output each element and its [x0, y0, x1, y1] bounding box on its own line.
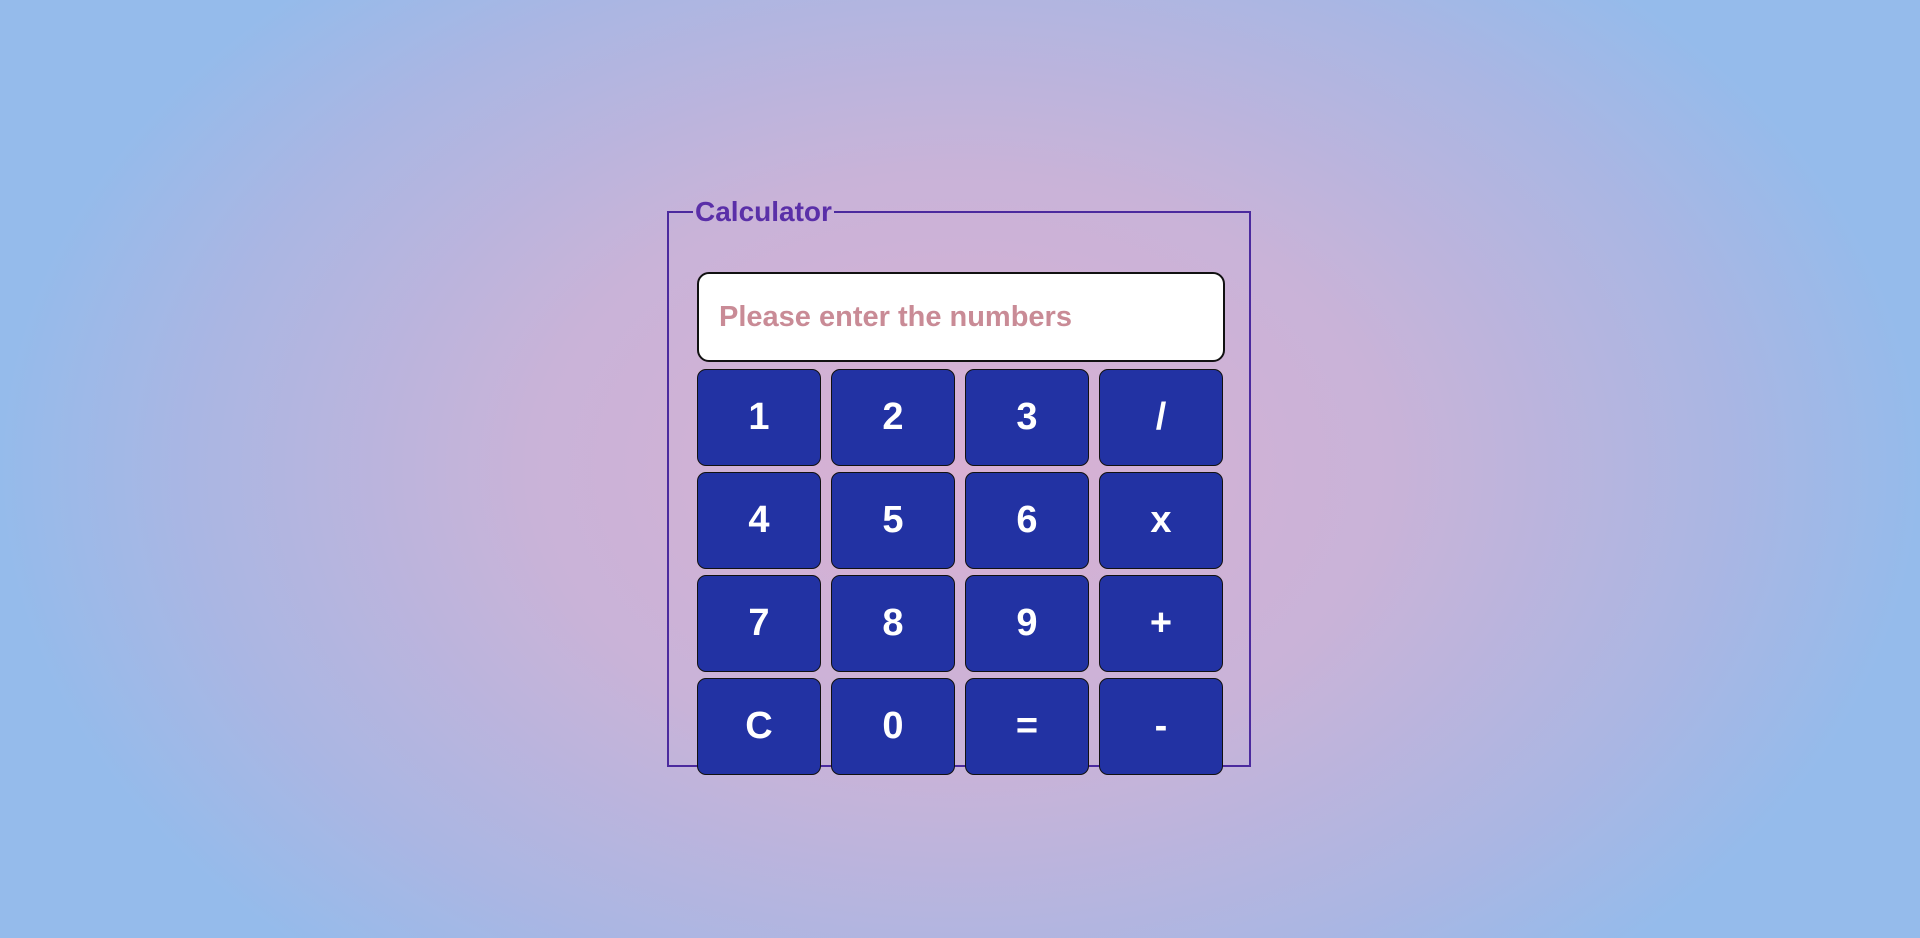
key-7-button[interactable]: 7 [697, 575, 821, 672]
key-1-button[interactable]: 1 [697, 369, 821, 466]
subtract-button[interactable]: - [1099, 678, 1223, 775]
calculator-title: Calculator [695, 196, 832, 227]
key-0-button[interactable]: 0 [831, 678, 955, 775]
key-5-button[interactable]: 5 [831, 472, 955, 569]
key-8-button[interactable]: 8 [831, 575, 955, 672]
multiply-button[interactable]: x [1099, 472, 1223, 569]
keypad: 1 2 3 / 4 5 6 x 7 8 9 + C 0 = - [697, 369, 1223, 775]
add-button[interactable]: + [1099, 575, 1223, 672]
number-input[interactable] [697, 272, 1225, 362]
divide-button[interactable]: / [1099, 369, 1223, 466]
key-4-button[interactable]: 4 [697, 472, 821, 569]
key-2-button[interactable]: 2 [831, 369, 955, 466]
clear-button[interactable]: C [697, 678, 821, 775]
key-6-button[interactable]: 6 [965, 472, 1089, 569]
equals-button[interactable]: = [965, 678, 1089, 775]
calculator-panel: Calculator 1 2 3 / 4 5 6 x 7 8 9 + C 0 =… [667, 196, 1251, 775]
key-3-button[interactable]: 3 [965, 369, 1089, 466]
key-9-button[interactable]: 9 [965, 575, 1089, 672]
